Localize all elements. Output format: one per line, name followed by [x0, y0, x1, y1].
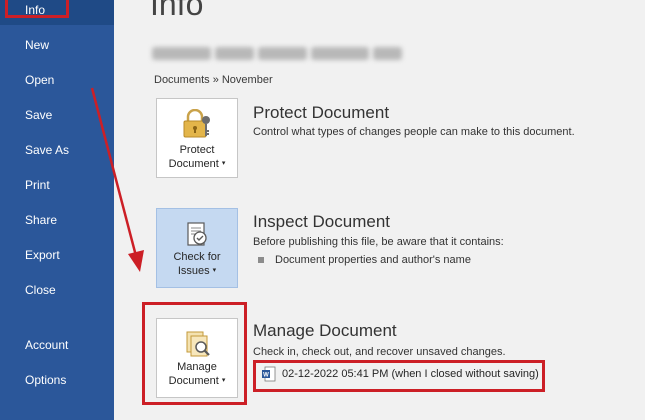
sidebar-item-account[interactable]: Account — [0, 330, 114, 360]
manage-document-description: Check in, check out, and recover unsaved… — [253, 346, 506, 358]
document-path: Documents » November — [154, 74, 273, 86]
sidebar-item-open[interactable]: Open — [0, 65, 114, 95]
dropdown-caret-icon: ▾ — [221, 160, 226, 168]
word-document-icon: W — [262, 366, 276, 382]
unsaved-version-link[interactable]: W 02-12-2022 05:41 PM (when I closed wit… — [262, 366, 539, 382]
sidebar-item-options[interactable]: Options — [0, 365, 114, 395]
inspect-document-title: Inspect Document — [253, 212, 391, 231]
manage-document-button[interactable]: Manage Document ▾ — [156, 318, 238, 398]
backstage-sidebar: Info New Open Save Save As Print Share E… — [0, 0, 114, 420]
protect-document-title: Protect Document — [253, 103, 390, 122]
dropdown-caret-icon: ▾ — [212, 267, 217, 275]
inspect-button-label-2: Issues — [177, 265, 210, 277]
manage-document-title: Manage Document — [253, 321, 397, 340]
sidebar-item-share[interactable]: Share — [0, 205, 114, 235]
sidebar-item-save[interactable]: Save — [0, 100, 114, 130]
protect-document-button[interactable]: Protect Document ▾ — [156, 98, 238, 178]
info-pane: Info Documents » November Protect Docume… — [114, 0, 645, 420]
manage-button-label-2-row: Document ▾ — [157, 374, 237, 388]
unsaved-version-text: 02-12-2022 05:41 PM (when I closed witho… — [282, 368, 539, 380]
protect-button-label-2: Document — [168, 158, 219, 170]
sidebar-item-export[interactable]: Export — [0, 240, 114, 270]
inspect-button-label-1: Check for — [173, 251, 221, 263]
protect-button-label-2-row: Document ▾ — [157, 157, 237, 171]
protect-button-label-1: Protect — [179, 144, 215, 156]
page-title: Info — [150, 0, 204, 22]
protect-document-description: Control what types of changes people can… — [253, 126, 575, 138]
sidebar-item-info[interactable]: Info — [0, 0, 114, 25]
manage-button-label-1: Manage — [177, 361, 217, 373]
sidebar-item-print[interactable]: Print — [0, 170, 114, 200]
inspect-bullet-text: Document properties and author's name — [275, 254, 471, 266]
bullet-icon — [258, 257, 264, 263]
sidebar-item-close[interactable]: Close — [0, 275, 114, 305]
manage-document-icon — [186, 331, 210, 357]
lock-key-icon — [183, 109, 210, 138]
document-name-blurred — [152, 44, 402, 62]
sidebar-item-new[interactable]: New — [0, 30, 114, 60]
inspect-bullet: Document properties and author's name — [258, 254, 471, 266]
document-check-icon — [187, 222, 207, 246]
dropdown-caret-icon: ▾ — [221, 377, 226, 385]
sidebar-item-save-as[interactable]: Save As — [0, 135, 114, 165]
svg-text:W: W — [263, 373, 269, 379]
inspect-button-label-2-row: Issues ▾ — [157, 264, 237, 278]
check-for-issues-button[interactable]: Check for Issues ▾ — [156, 208, 238, 288]
inspect-document-description: Before publishing this file, be aware th… — [253, 236, 504, 248]
manage-button-label-2: Document — [168, 375, 219, 387]
